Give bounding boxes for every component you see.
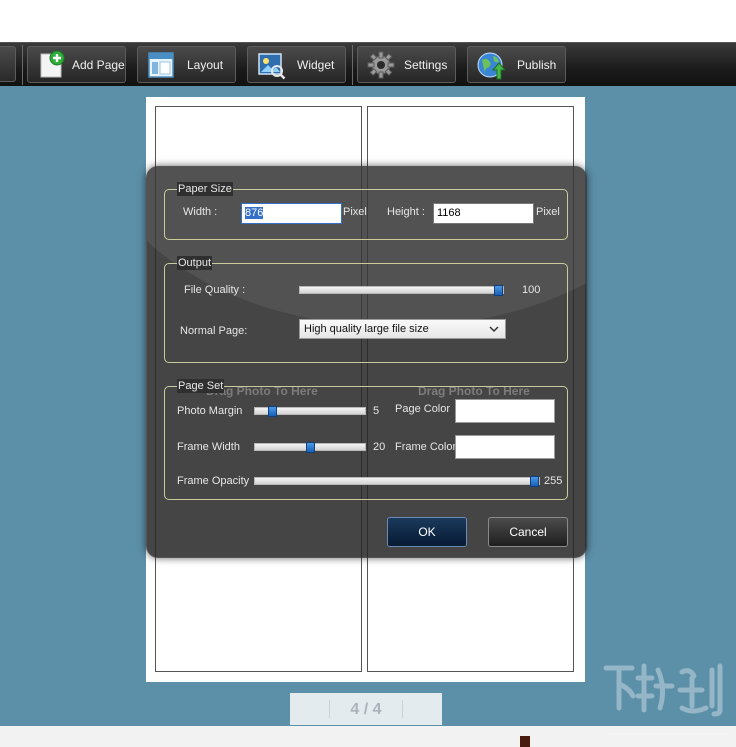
output-group: Output (164, 256, 568, 363)
normal-page-label: Normal Page: (180, 325, 248, 337)
ok-button[interactable]: OK (387, 517, 467, 547)
height-label: Height : (387, 206, 425, 218)
width-unit: Pixel (343, 206, 367, 218)
widget-button[interactable]: Widget (247, 46, 346, 83)
page-set-legend: Page Set (177, 379, 225, 393)
layout-button[interactable]: Layout (137, 46, 236, 83)
total-pages: 4 (372, 701, 382, 718)
site-logo-watermark (603, 663, 726, 735)
height-unit: Pixel (536, 206, 560, 218)
add-page-icon (40, 50, 65, 78)
file-quality-value: 100 (522, 284, 541, 296)
frame-opacity-slider[interactable] (254, 476, 540, 487)
settings-label: Settings (404, 58, 448, 72)
width-input[interactable]: 876 (241, 203, 342, 224)
frame-color-label: Frame Color (395, 441, 457, 453)
height-input[interactable]: 1168 (433, 203, 534, 224)
main-toolbar: Add Page Layout Widget Settings Publish (0, 42, 736, 86)
file-quality-slider-thumb[interactable] (494, 285, 503, 296)
photo-margin-slider[interactable] (254, 406, 366, 417)
paper-size-legend: Paper Size (177, 182, 233, 196)
add-page-button[interactable]: Add Page (27, 46, 126, 83)
widget-label: Widget (297, 58, 335, 72)
frame-width-label: Frame Width (177, 441, 240, 453)
frame-width-slider-thumb[interactable] (306, 442, 315, 453)
page-navigator: 4 / 4 (290, 693, 442, 725)
add-page-label: Add Page (72, 58, 125, 72)
photo-margin-slider-thumb[interactable] (268, 406, 277, 417)
widget-icon (258, 53, 286, 80)
width-value: 876 (245, 207, 264, 219)
toolbar-separator (352, 45, 353, 85)
settings-dialog: Drag Photo To Here Drag Photo To Here Pa… (146, 166, 587, 558)
page-separator: / (363, 701, 369, 718)
frame-width-value: 20 (373, 441, 386, 453)
page-color-label: Page Color (395, 403, 451, 415)
globe-publish-icon (477, 52, 506, 80)
page-indicator[interactable]: 4 / 4 (290, 701, 442, 719)
chevron-down-icon (489, 326, 499, 333)
title-area (0, 0, 736, 42)
frame-color-swatch[interactable] (455, 435, 555, 459)
layout-label: Layout (187, 58, 224, 72)
current-page: 4 (350, 701, 360, 718)
page-color-swatch[interactable] (455, 399, 555, 423)
layout-icon (148, 52, 174, 78)
frame-width-slider[interactable] (254, 442, 366, 453)
photo-margin-value: 5 (373, 405, 380, 417)
toolbar-overflow-stub[interactable] (0, 46, 16, 82)
photo-margin-label: Photo Margin (177, 405, 243, 417)
width-label: Width : (183, 206, 218, 218)
normal-page-select[interactable]: High quality large file size (299, 319, 506, 339)
file-quality-slider[interactable] (299, 285, 504, 296)
frame-opacity-value: 255 (544, 475, 563, 487)
cancel-button[interactable]: Cancel (488, 517, 568, 547)
publish-label: Publish (517, 58, 557, 72)
settings-button[interactable]: Settings (357, 46, 456, 83)
frame-opacity-label: Frame Opacity (177, 475, 250, 487)
frame-opacity-slider-thumb[interactable] (530, 476, 539, 487)
bottom-edge-block (520, 736, 530, 747)
publish-button[interactable]: Publish (467, 46, 566, 83)
gear-icon (367, 51, 395, 79)
normal-page-selected: High quality large file size (304, 323, 429, 335)
toolbar-separator (22, 45, 23, 85)
output-legend: Output (177, 256, 213, 270)
file-quality-label: File Quality : (184, 284, 246, 296)
